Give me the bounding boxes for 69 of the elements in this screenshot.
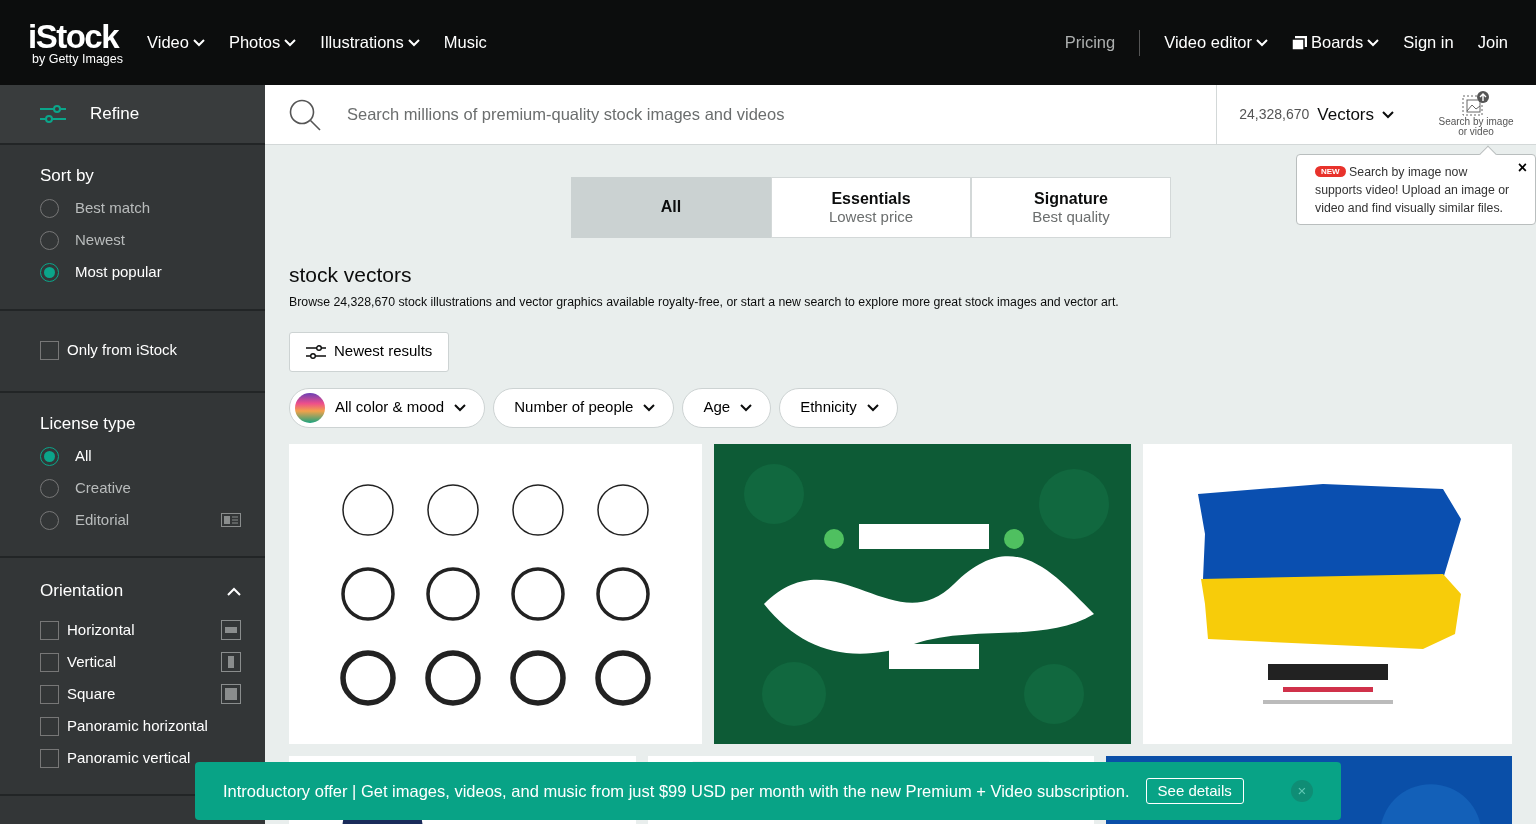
option-label[interactable]: Editorial	[75, 508, 130, 532]
checkbox-label[interactable]: Panoramic horizontal	[67, 714, 208, 738]
checkbox[interactable]	[40, 341, 59, 360]
nav-link[interactable]: Boards	[1292, 30, 1380, 55]
result-count: 24,328,670	[1239, 105, 1310, 124]
chevron-down-icon	[454, 403, 467, 412]
nav-link[interactable]: Photos	[228, 30, 297, 55]
section-title: License type	[40, 412, 137, 435]
tab[interactable]: Signature Best quality	[971, 177, 1171, 238]
filter-dropdown[interactable]: Age	[682, 387, 772, 428]
nav-link[interactable]: Illustrations	[320, 30, 420, 55]
chevron-down-icon	[1382, 110, 1394, 119]
tab[interactable]: Essentials Lowest price	[771, 177, 971, 238]
checkbox-label[interactable]: Only from iStock	[67, 339, 178, 362]
sliders-icon	[306, 344, 326, 359]
tooltip-text: $^{NEW}$ Search by image now supports video! Upload an image or video and find visually similar files.	[1315, 164, 1511, 217]
nav-link[interactable]: Join	[1477, 30, 1508, 55]
option-label[interactable]: Most popular	[75, 261, 162, 284]
section-title: Sort by	[40, 165, 95, 187]
option-label[interactable]: Creative	[75, 476, 131, 500]
horizontal-shape-icon	[221, 620, 241, 640]
section-title: Orientation	[40, 580, 124, 603]
nav-link[interactable]: Video editor	[1164, 30, 1268, 55]
nav-link[interactable]: Video	[147, 30, 205, 55]
search-bar[interactable]: Search millions of premium-quality stock images and videos 24,328,670 Vectors Search by image or video	[265, 85, 1536, 145]
logo[interactable]: iStock by Getty Images	[28, 19, 123, 66]
description: Browse 24,328,670 stock illustrations and vector graphics available royalty-free, or start a new search to explore more great stock images and vector art.	[289, 294, 1120, 312]
refine-label[interactable]: Refine	[90, 101, 140, 127]
chevron-down-icon	[1256, 38, 1268, 47]
checkbox-label[interactable]: Horizontal	[67, 618, 135, 642]
chevron-down-icon	[1367, 38, 1380, 47]
filter-icon	[40, 105, 66, 123]
nav-link[interactable]: Pricing	[1064, 30, 1116, 55]
checkbox-label[interactable]: Vertical	[67, 650, 117, 674]
filter-dropdown[interactable]: Number of people	[493, 387, 675, 428]
checkbox[interactable]	[40, 716, 59, 736]
chevron-down-icon	[643, 403, 656, 412]
image-upload-icon	[1462, 91, 1490, 117]
filter-dropdown[interactable]: All color & mood	[289, 387, 486, 428]
checkbox[interactable]	[40, 652, 59, 672]
page-heading: stock vectors	[289, 262, 413, 288]
color-swatch-icon	[295, 392, 325, 423]
close-button[interactable]: ×	[1517, 160, 1527, 176]
newspaper-icon	[221, 513, 241, 527]
tab[interactable]: All	[571, 177, 771, 238]
boards-icon	[1292, 35, 1307, 50]
vertical-shape-icon	[221, 652, 241, 672]
search-input[interactable]: Search millions of premium-quality stock images and videos	[345, 101, 1217, 128]
promo-text: Introductory offer | Get images, videos, and music from just $99 USD per month with the new Premium + Video subscription.	[223, 780, 1130, 802]
square-shape-icon	[221, 684, 241, 704]
nav-link[interactable]: Sign in	[1403, 30, 1454, 55]
checkbox[interactable]	[40, 684, 59, 704]
nav-link[interactable]: Music	[443, 30, 487, 55]
collapse-toggle[interactable]	[227, 586, 241, 596]
checkbox[interactable]	[40, 748, 59, 768]
search-by-image-button[interactable]: Search by image or video	[1416, 85, 1536, 144]
search-field[interactable]: Search millions of premium-quality stock images and videos	[265, 85, 1217, 144]
chevron-down-icon	[740, 403, 753, 412]
filter-dropdown[interactable]: Ethnicity	[779, 387, 898, 428]
checkbox-label[interactable]: Panoramic vertical	[67, 746, 191, 770]
option-label[interactable]: Newest	[75, 229, 126, 252]
newest-results-button[interactable]: Newest results	[289, 331, 450, 372]
asset-type-dropdown[interactable]: Vectors	[1317, 101, 1394, 128]
checkbox[interactable]	[40, 620, 59, 640]
search-icon[interactable]	[289, 98, 321, 131]
option-label[interactable]: Best match	[75, 197, 151, 220]
option-label[interactable]: All	[75, 444, 92, 468]
checkbox-label[interactable]: Square	[67, 682, 116, 706]
chevron-down-icon	[866, 403, 879, 412]
